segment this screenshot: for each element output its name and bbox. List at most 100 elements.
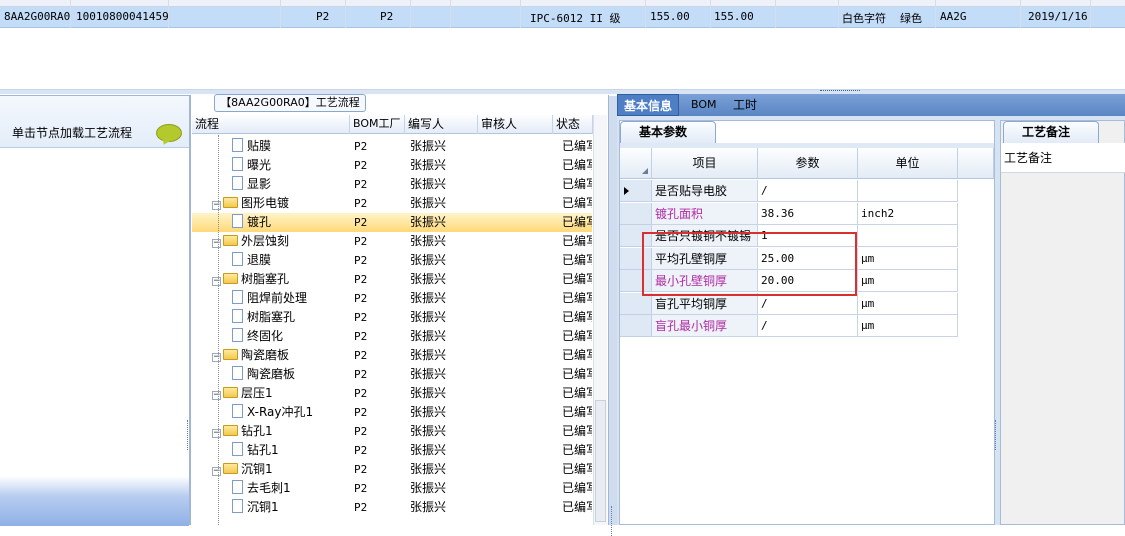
splitter-grip[interactable] xyxy=(820,90,860,92)
tree-node[interactable]: − 图形电镀 xyxy=(212,194,289,213)
tree-node[interactable]: 显影 xyxy=(232,175,271,194)
col-item[interactable]: 项目 xyxy=(652,148,758,179)
tree-status-cell: 已编写 xyxy=(562,139,592,153)
row-indicator[interactable] xyxy=(620,315,652,337)
param-name-cell: 是否贴导电胶 xyxy=(652,180,758,202)
tree-author-cell: 张振兴 xyxy=(410,500,447,514)
row-indicator[interactable] xyxy=(620,203,652,225)
collapse-icon[interactable]: − xyxy=(212,391,221,400)
tree-row[interactable]: 树脂塞孔 P2 张振兴 已编写 xyxy=(192,308,592,327)
param-name-cell: 盲孔最小铜厚 xyxy=(652,315,758,337)
tree-node[interactable]: 去毛刺1 xyxy=(232,479,291,498)
tree-row[interactable]: − 钻孔1 P2 张振兴 已编写 xyxy=(192,422,592,441)
right-tab-bar: 基本信息 BOM 工时 xyxy=(617,94,1125,116)
collapse-icon[interactable]: − xyxy=(212,277,221,286)
param-value-cell[interactable]: / xyxy=(758,293,858,315)
tree-row[interactable]: 镀孔 P2 张振兴 已编写 xyxy=(192,213,592,232)
left-panel-header: 单击节点加载工艺流程 xyxy=(0,96,189,148)
tree-row[interactable]: − 树脂塞孔 P2 张振兴 已编写 xyxy=(192,270,592,289)
document-icon xyxy=(232,252,243,266)
col-unit[interactable]: 单位 xyxy=(858,148,958,179)
row-indicator[interactable] xyxy=(620,180,652,202)
tree-node-label: 退膜 xyxy=(247,253,272,267)
tree-row[interactable]: − 沉铜1 P2 张振兴 已编写 xyxy=(192,460,592,479)
speech-bubble-icon[interactable] xyxy=(156,124,182,142)
tree-node[interactable]: − 树脂塞孔 xyxy=(212,270,289,289)
row-indicator[interactable] xyxy=(620,293,652,315)
collapse-icon[interactable]: − xyxy=(212,353,221,362)
tree-node[interactable]: 陶瓷磨板 xyxy=(232,365,295,384)
col-reviewer[interactable]: 审核人 xyxy=(478,115,553,134)
tree-node[interactable]: 沉铜1 xyxy=(232,498,279,517)
param-row[interactable]: 盲孔平均铜厚 / μm xyxy=(620,293,994,315)
tree-node[interactable]: 树脂塞孔 xyxy=(232,308,295,327)
tree-scrollbar[interactable] xyxy=(593,115,607,525)
cell-date: 2019/1/16 xyxy=(1028,10,1088,23)
tree-row[interactable]: − 陶瓷磨板 P2 张振兴 已编写 xyxy=(192,346,592,365)
folder-icon xyxy=(223,425,238,436)
tab-bom[interactable]: BOM xyxy=(685,94,723,116)
scroll-thumb[interactable] xyxy=(595,400,606,522)
param-value-cell[interactable]: / xyxy=(758,180,858,202)
tree-node[interactable]: 阻焊前处理 xyxy=(232,289,307,308)
tree-row[interactable]: − 层压1 P2 张振兴 已编写 xyxy=(192,384,592,403)
document-icon xyxy=(232,138,243,152)
tab-basic-info[interactable]: 基本信息 xyxy=(617,94,680,116)
tree-bom-cell: P2 xyxy=(354,444,368,457)
col-bom-factory[interactable]: BOM工厂 xyxy=(350,115,405,134)
middle-splitter[interactable] xyxy=(609,96,617,536)
params-panel-tab[interactable]: 基本参数 xyxy=(620,121,716,143)
tree-row[interactable]: 终固化 P2 张振兴 已编写 xyxy=(192,327,592,346)
tree-row[interactable]: 去毛刺1 P2 张振兴 已编写 xyxy=(192,479,592,498)
collapse-icon[interactable]: − xyxy=(212,467,221,476)
tree-row[interactable]: 显影 P2 张振兴 已编写 xyxy=(192,175,592,194)
tree-node[interactable]: 退膜 xyxy=(232,251,271,270)
tree-row[interactable]: 退膜 P2 张振兴 已编写 xyxy=(192,251,592,270)
tree-row[interactable]: 沉铜1 P2 张振兴 已编写 xyxy=(192,498,592,517)
tree-row[interactable]: − 外层蚀刻 P2 张振兴 已编写 xyxy=(192,232,592,251)
tree-bom-cell: P2 xyxy=(354,406,368,419)
param-value-cell[interactable]: 38.36 xyxy=(758,203,858,225)
param-row[interactable]: 镀孔面积 38.36 inch2 xyxy=(620,203,994,225)
tree-row[interactable]: 阻焊前处理 P2 张振兴 已编写 xyxy=(192,289,592,308)
col-author[interactable]: 编写人 xyxy=(405,115,478,134)
tree-node[interactable]: 镀孔 xyxy=(232,213,271,232)
tree-node[interactable]: 贴膜 xyxy=(232,137,271,156)
tree-node[interactable]: 钻孔1 xyxy=(232,441,279,460)
tree-node[interactable]: − 外层蚀刻 xyxy=(212,232,289,251)
middle-splitter-grip[interactable] xyxy=(611,506,614,536)
col-status[interactable]: 状态 xyxy=(553,115,593,134)
folder-icon xyxy=(223,349,238,360)
tree-row[interactable]: X-Ray冲孔1 P2 张振兴 已编写 xyxy=(192,403,592,422)
tree-row[interactable]: − 图形电镀 P2 张振兴 已编写 xyxy=(192,194,592,213)
tree-node[interactable]: − 层压1 xyxy=(212,384,273,403)
collapse-icon[interactable]: − xyxy=(212,429,221,438)
collapse-icon[interactable]: − xyxy=(212,201,221,210)
collapse-icon[interactable]: − xyxy=(212,239,221,248)
param-unit-cell: μm xyxy=(858,270,958,292)
tree-node[interactable]: − 沉铜1 xyxy=(212,460,273,479)
tab-work-hours[interactable]: 工时 xyxy=(727,94,763,116)
col-value[interactable]: 参数 xyxy=(758,148,858,179)
tree-row[interactable]: 曝光 P2 张振兴 已编写 xyxy=(192,156,592,175)
tree-node[interactable]: 终固化 xyxy=(232,327,283,346)
tree-row[interactable]: 贴膜 P2 张振兴 已编写 xyxy=(192,137,592,156)
tree-status-cell: 已编写 xyxy=(562,462,592,476)
tree-row[interactable]: 钻孔1 P2 张振兴 已编写 xyxy=(192,441,592,460)
param-value-cell[interactable]: / xyxy=(758,315,858,337)
notes-panel-tab[interactable]: 工艺备注 xyxy=(1003,121,1099,143)
document-icon xyxy=(232,309,243,323)
tree-node[interactable]: 曝光 xyxy=(232,156,271,175)
tree-node[interactable]: − 钻孔1 xyxy=(212,422,273,441)
folder-icon xyxy=(223,463,238,474)
param-row[interactable]: 盲孔最小铜厚 / μm xyxy=(620,315,994,337)
tree-node[interactable]: − 陶瓷磨板 xyxy=(212,346,289,365)
param-row[interactable]: 是否贴导电胶 / xyxy=(620,180,994,202)
col-flow[interactable]: 流程 xyxy=(192,115,350,134)
right-splitter-grip[interactable] xyxy=(995,420,998,450)
tree-row[interactable]: 陶瓷磨板 P2 张振兴 已编写 xyxy=(192,365,592,384)
tree-bom-cell: P2 xyxy=(354,178,368,191)
document-icon xyxy=(232,328,243,342)
tree-node[interactable]: X-Ray冲孔1 xyxy=(232,403,313,422)
top-grid: 8AA2G00RA0 10010800041459 P2 P2 IPC-6012… xyxy=(0,0,1125,90)
